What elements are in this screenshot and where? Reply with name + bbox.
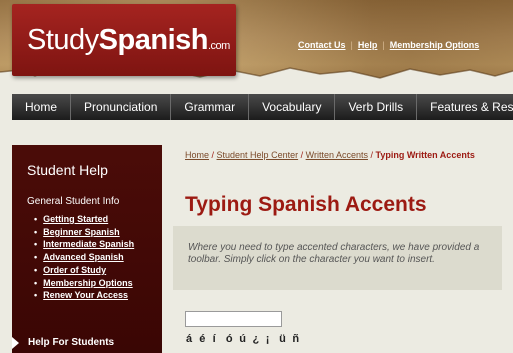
sidebar-subtitle: General Student Info (27, 196, 120, 207)
nav-vocabulary[interactable]: Vocabulary (249, 94, 336, 120)
breadcrumb-help-center[interactable]: Student Help Center (217, 150, 299, 160)
sidebar-item-getting-started[interactable]: Getting Started (34, 213, 134, 226)
accent-i-button[interactable]: í (213, 333, 226, 345)
arrow-right-icon (12, 337, 19, 349)
accent-a-button[interactable]: á (186, 333, 199, 345)
site-logo[interactable]: StudySpanish.com (12, 4, 236, 76)
nav-verb-drills[interactable]: Verb Drills (335, 94, 418, 120)
page-title: Typing Spanish Accents (185, 193, 427, 216)
accent-e-button[interactable]: é (199, 333, 212, 345)
link-separator: | (382, 40, 385, 50)
sidebar-list: Getting Started Beginner Spanish Interme… (34, 213, 134, 302)
nav-features[interactable]: Features & Res (417, 94, 513, 120)
sidebar-help-for-students[interactable]: Help For Students (12, 334, 162, 353)
nav-grammar[interactable]: Grammar (171, 94, 250, 120)
sidebar-item-advanced-spanish[interactable]: Advanced Spanish (34, 251, 134, 264)
accent-text-input[interactable] (185, 311, 282, 327)
info-box: Where you need to type accented characte… (173, 226, 502, 290)
link-separator: | (350, 40, 353, 50)
accent-n-tilde-button[interactable]: ñ (292, 333, 305, 345)
help-link[interactable]: Help (358, 40, 378, 50)
accent-o-button[interactable]: ó (226, 333, 239, 345)
top-links: Contact Us | Help | Membership Options (298, 40, 479, 50)
inverted-exclamation-button[interactable]: ¡ (266, 333, 279, 345)
info-text: Where you need to type accented characte… (188, 242, 480, 265)
breadcrumb-written-accents[interactable]: Written Accents (306, 150, 368, 160)
nav-pronunciation[interactable]: Pronunciation (71, 94, 172, 120)
sidebar-item-intermediate-spanish[interactable]: Intermediate Spanish (34, 238, 134, 251)
sidebar-title: Student Help (27, 162, 108, 178)
site-header: StudySpanish.com Contact Us | Help | Members… (0, 0, 513, 92)
breadcrumb-current: Typing Written Accents (375, 150, 475, 160)
accent-u-umlaut-button[interactable]: ü (279, 333, 292, 345)
nav-home[interactable]: Home (12, 94, 72, 120)
sidebar: Student Help General Student Info Gettin… (12, 145, 162, 353)
breadcrumb-home[interactable]: Home (185, 150, 209, 160)
inverted-question-button[interactable]: ¿ (252, 333, 265, 345)
sidebar-item-membership-options[interactable]: Membership Options (34, 277, 134, 290)
sidebar-item-order-of-study[interactable]: Order of Study (34, 264, 134, 277)
accent-toolbar: á é í ó ú ¿ ¡ ü ñ (186, 333, 306, 345)
sidebar-item-renew-access[interactable]: Renew Your Access (34, 289, 134, 302)
main-nav: Home Pronunciation Grammar Vocabulary Ve… (12, 94, 513, 120)
membership-options-link[interactable]: Membership Options (390, 40, 480, 50)
breadcrumb: Home / Student Help Center / Written Acc… (185, 150, 475, 160)
accent-u-button[interactable]: ú (239, 333, 252, 345)
sidebar-item-beginner-spanish[interactable]: Beginner Spanish (34, 226, 134, 239)
logo-text: StudySpanish.com (27, 24, 230, 56)
help-for-students-label: Help For Students (28, 337, 115, 348)
contact-us-link[interactable]: Contact Us (298, 40, 346, 50)
